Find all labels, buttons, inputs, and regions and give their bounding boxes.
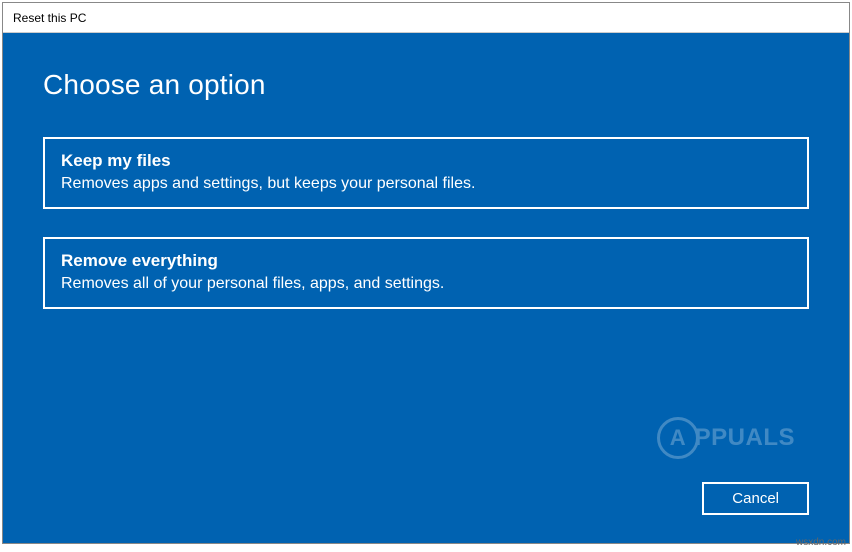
dialog-window: Reset this PC Choose an option Keep my f… [2, 2, 850, 544]
option-description: Removes all of your personal files, apps… [61, 275, 791, 293]
option-description: Removes apps and settings, but keeps you… [61, 175, 791, 193]
option-remove-everything[interactable]: Remove everything Removes all of your pe… [43, 237, 809, 309]
watermark-icon: A [657, 417, 699, 459]
cancel-button[interactable]: Cancel [702, 482, 809, 515]
watermark-text: PPUALS [695, 424, 795, 452]
content-area: Choose an option Keep my files Removes a… [3, 33, 849, 543]
attribution-text: wsxdn.com [796, 537, 846, 548]
page-heading: Choose an option [43, 69, 809, 101]
titlebar: Reset this PC [3, 3, 849, 33]
watermark-logo: A PPUALS [657, 417, 795, 459]
option-keep-my-files[interactable]: Keep my files Removes apps and settings,… [43, 137, 809, 209]
option-title: Keep my files [61, 151, 791, 171]
option-title: Remove everything [61, 251, 791, 271]
dialog-footer: Cancel [702, 482, 809, 515]
window-title: Reset this PC [13, 11, 86, 25]
